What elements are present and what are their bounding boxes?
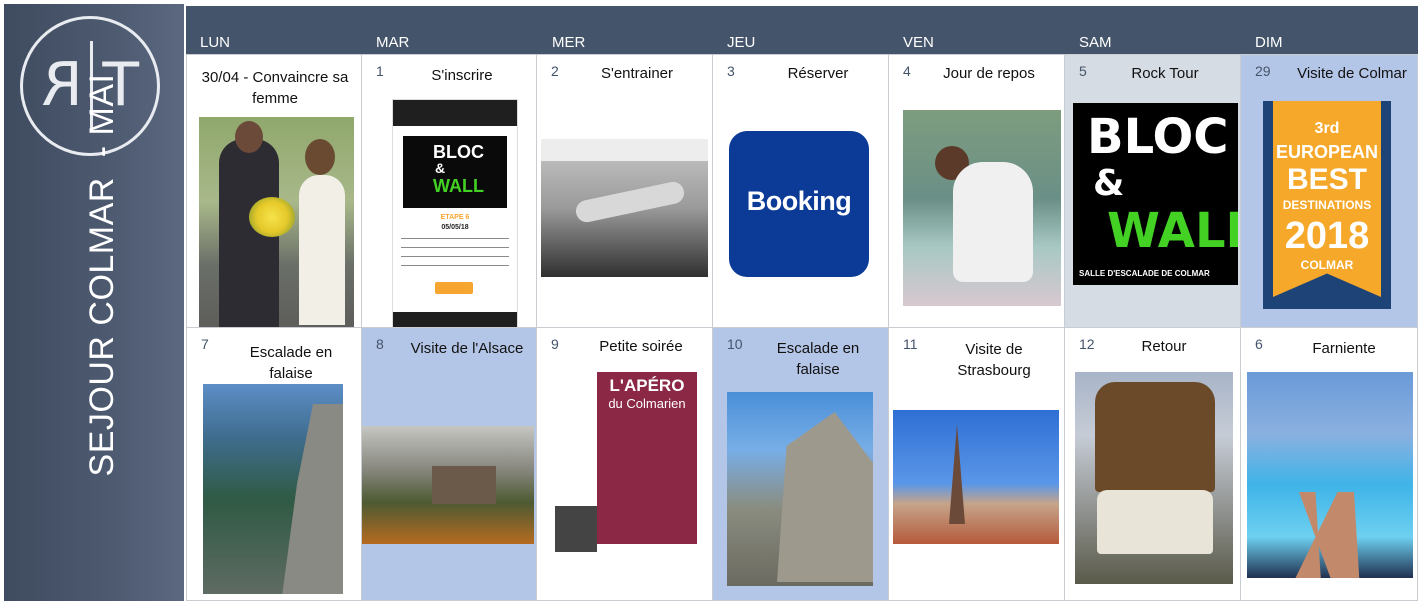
day-number: 11 — [903, 336, 918, 352]
event-title: S'inscrire — [431, 67, 493, 84]
event-title: Visite de Colmar — [1297, 65, 1407, 82]
sleeping-child-photo — [903, 110, 1061, 306]
overloaded-car-photo — [1075, 372, 1233, 584]
event-title: Escalade en falaise — [776, 340, 860, 378]
bloc-and-wall-website-screenshot: BLOC & WALL ETAPE 6 05/05/18 — [392, 99, 518, 327]
event-title: Réserver — [787, 65, 849, 82]
sidebar: R T SEJOUR COLMAR - MAI — [4, 4, 184, 601]
calendar-cell-ven-2: 11 Visite de Strasbourg — [888, 327, 1065, 601]
apero-poster: L'APÉRO du Colmarien — [553, 368, 699, 594]
event-title: S'entrainer — [600, 65, 674, 82]
day-number: 7 — [201, 336, 209, 352]
event-title: Visite de Strasbourg — [957, 341, 1031, 379]
couple-with-flowers-photo — [199, 117, 354, 327]
day-label-ven: VEN — [903, 34, 934, 51]
calendar-cell-jeu-1: 3 Réserver Booking — [712, 54, 889, 328]
event-title: Retour — [1141, 338, 1187, 355]
day-number: 29 — [1255, 63, 1271, 79]
castle-landscape-photo — [362, 426, 534, 544]
calendar-cell-sam-1: 5 Rock Tour BLOC & WALL SALLE D'ESCALADE… — [1064, 54, 1241, 328]
day-number: 5 — [1079, 63, 1087, 79]
rock-climbing-photo — [727, 392, 873, 586]
day-label-lun: LUN — [200, 34, 231, 51]
calendar-cell-ven-1: 4 Jour de repos — [888, 54, 1065, 328]
event-title: Escalade en falaise — [249, 344, 333, 382]
day-number: 1 — [376, 63, 384, 79]
calendar-cell-mer-2: 9 Petite soirée L'APÉRO du Colmarien — [536, 327, 713, 601]
event-title: Jour de repos — [943, 65, 1035, 82]
event-title: 30/04 - Convaincre sa femme — [201, 69, 349, 107]
calendar-cell-lun-1: 30/04 - Convaincre sa femme — [186, 54, 362, 328]
event-title: Rock Tour — [1131, 65, 1199, 82]
day-label-dim: DIM — [1255, 34, 1283, 51]
pool-relaxing-photo — [1247, 372, 1413, 578]
calendar-cell-mar-2: 8 Visite de l'Alsace — [361, 327, 537, 601]
day-number: 10 — [727, 336, 743, 352]
bloc-and-wall-logo: BLOC & WALL SALLE D'ESCALADE DE COLMAR — [1073, 103, 1238, 285]
cliff-climbing-photo — [203, 384, 343, 594]
day-label-mar: MAR — [376, 34, 410, 51]
step-label: ETAPE 6 — [440, 214, 470, 221]
calendar-cell-dim-2: 6 Farniente — [1240, 327, 1418, 601]
event-title: Petite soirée — [599, 338, 683, 355]
calendar-title: SEJOUR COLMAR - MAI — [83, 73, 121, 477]
calendar-cell-jeu-2: 10 Escalade en falaise — [712, 327, 889, 601]
booking-logo: Booking — [713, 131, 885, 281]
day-label-jeu: JEU — [727, 34, 756, 51]
calendar-cell-lun-2: 7 Escalade en falaise — [186, 327, 362, 601]
step-date: 05/05/18 — [441, 224, 469, 231]
day-number: 3 — [727, 63, 735, 79]
day-label-mer: MER — [552, 34, 586, 51]
day-label-sam: SAM — [1079, 34, 1112, 51]
day-number: 12 — [1079, 336, 1095, 352]
event-title: Farniente — [1312, 340, 1376, 357]
weekday-header: LUN MAR MER JEU VEN SAM DIM — [186, 6, 1418, 54]
day-number: 4 — [903, 63, 911, 79]
calendar-cell-mer-1: 2 S'entrainer — [536, 54, 713, 328]
day-number: 9 — [551, 336, 559, 352]
calendar-cell-dim-1: 29 Visite de Colmar 3rd EUROPEAN BEST DE… — [1240, 54, 1418, 328]
calendar-cell-mar-1: 1 S'inscrire BLOC & WALL ETAPE 6 05/05/1… — [361, 54, 537, 328]
european-best-destinations-banner: 3rd EUROPEAN BEST DESTINATIONS 2018 COLM… — [1263, 101, 1391, 309]
logo-letter-r: R — [41, 50, 83, 120]
climbing-training-photo — [541, 139, 708, 277]
day-number: 8 — [376, 336, 384, 352]
day-number: 2 — [551, 63, 559, 79]
event-title: Visite de l'Alsace — [410, 340, 524, 357]
day-number: 6 — [1255, 336, 1263, 352]
calendar-cell-sam-2: 12 Retour — [1064, 327, 1241, 601]
strasbourg-cathedral-photo — [893, 410, 1059, 544]
